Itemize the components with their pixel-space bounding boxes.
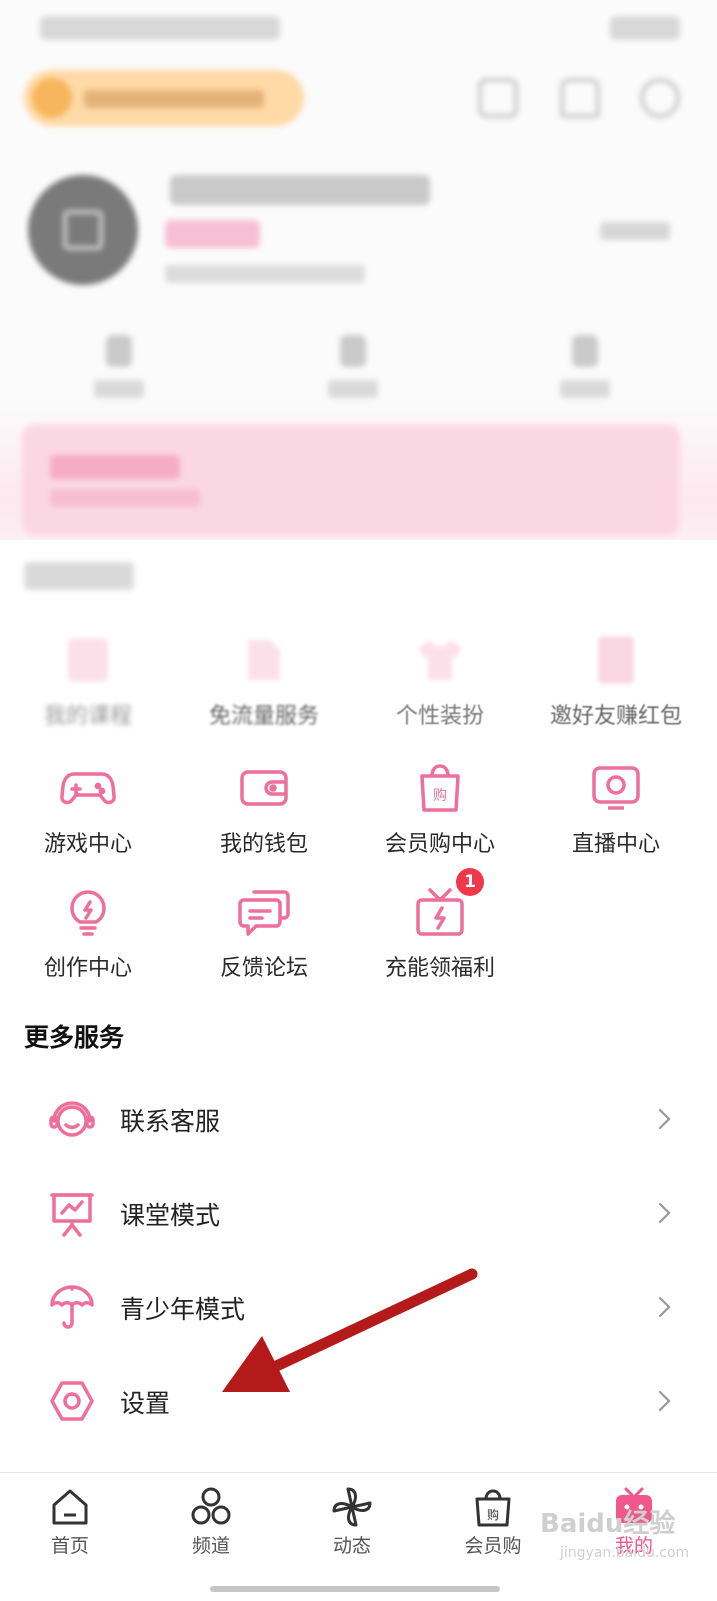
- service-label: 充能领福利: [384, 956, 495, 981]
- tab-label: 首页: [50, 1535, 89, 1557]
- recommended-services-title: [24, 562, 134, 590]
- watermark-url: jingyan.baidu.com: [560, 1545, 690, 1561]
- service-charge-welfare[interactable]: 1 充能领福利: [352, 868, 528, 982]
- stat-following-label: [328, 380, 378, 398]
- tab-label: 频道: [191, 1535, 230, 1557]
- user-info-line: [165, 265, 365, 283]
- vip-level-badge: [165, 220, 260, 248]
- list-item-label: 联系客服: [120, 1107, 221, 1136]
- umbrella-icon: [48, 1283, 96, 1331]
- profile-header-blurred: [0, 0, 717, 540]
- status-bar: [40, 10, 680, 46]
- service-feedback-forum[interactable]: 反馈论坛: [176, 884, 352, 982]
- list-item-label: 设置: [120, 1389, 171, 1418]
- watermark-logo: Baidu经验: [540, 1509, 676, 1539]
- service-invite-friends[interactable]: 邀好友赚红包: [528, 632, 704, 730]
- chat-bubbles-icon: [236, 884, 292, 940]
- tab-label: 会员购: [464, 1535, 522, 1557]
- list-item-settings[interactable]: 设置: [0, 1354, 717, 1448]
- service-label: 我的课程: [43, 704, 132, 729]
- chevron-right-icon: [650, 1387, 678, 1415]
- svg-text:购: 购: [487, 1507, 499, 1522]
- tab-channels[interactable]: 频道: [161, 1485, 261, 1558]
- gamepad-icon: [60, 760, 116, 816]
- tab-home[interactable]: 首页: [20, 1485, 120, 1558]
- gift-icon: 1: [412, 868, 484, 940]
- lightbulb-icon: [60, 884, 116, 940]
- shopping-bag-icon: 购: [412, 760, 468, 816]
- stat-fans-label: [560, 380, 610, 398]
- chevron-right-icon: [650, 1199, 678, 1227]
- service-game-center[interactable]: 游戏中心: [0, 760, 176, 858]
- username: [170, 175, 430, 205]
- service-wallet[interactable]: 我的钱包: [176, 760, 352, 858]
- stat-dynamic-label: [94, 380, 144, 398]
- service-label: 创作中心: [43, 956, 132, 981]
- service-creator-center[interactable]: 创作中心: [0, 884, 176, 982]
- list-item-teen-mode[interactable]: 青少年模式: [0, 1260, 717, 1354]
- svg-text:购: 购: [433, 788, 447, 804]
- avatar[interactable]: [28, 175, 138, 285]
- tab-dynamic[interactable]: 动态: [302, 1485, 402, 1558]
- service-live-center[interactable]: 直播中心: [528, 760, 704, 858]
- home-icon: [48, 1485, 92, 1529]
- list-item-label: 青少年模式: [120, 1295, 246, 1324]
- stat-following-count[interactable]: [340, 335, 366, 367]
- vip-promo-card[interactable]: [22, 425, 680, 535]
- settings-hexagon-icon: [48, 1377, 96, 1425]
- chevron-right-icon: [650, 1293, 678, 1321]
- service-label: 免流量服务: [208, 704, 319, 729]
- more-services-title: 更多服务: [24, 1023, 125, 1052]
- service-label: 游戏中心: [43, 832, 132, 857]
- service-label: 直播中心: [571, 832, 660, 857]
- notification-badge: 1: [456, 868, 484, 896]
- service-label: 会员购中心: [384, 832, 495, 857]
- classroom-board-icon: [48, 1189, 96, 1237]
- tshirt-icon: [412, 632, 468, 688]
- list-item-label: 课堂模式: [120, 1201, 221, 1230]
- list-item-classroom-mode[interactable]: 课堂模式: [0, 1166, 717, 1260]
- stat-dynamic-count[interactable]: [106, 335, 132, 367]
- tv-icon: [588, 760, 644, 816]
- night-mode-icon[interactable]: [640, 78, 680, 118]
- service-label: 邀好友赚红包: [549, 704, 682, 729]
- service-label: 我的钱包: [219, 832, 308, 857]
- space-link[interactable]: [600, 222, 670, 240]
- tab-mall[interactable]: 购 会员购: [443, 1485, 543, 1558]
- course-icon: [60, 632, 116, 688]
- channels-icon: [189, 1485, 233, 1529]
- red-packet-icon: [588, 632, 644, 688]
- vip-banner-pill[interactable]: [24, 70, 304, 126]
- list-item-customer-service[interactable]: 联系客服: [0, 1072, 717, 1166]
- pinwheel-icon: [330, 1485, 374, 1529]
- service-my-course[interactable]: 我的课程: [0, 632, 176, 730]
- stat-fans-count[interactable]: [572, 335, 598, 367]
- service-free-data[interactable]: 免流量服务: [176, 632, 352, 730]
- home-indicator[interactable]: [210, 1586, 500, 1592]
- outfit-icon[interactable]: [560, 78, 600, 118]
- service-outfits[interactable]: 个性装扮: [352, 632, 528, 730]
- sim-card-icon: [236, 632, 292, 688]
- scan-icon[interactable]: [478, 78, 518, 118]
- headset-icon: [48, 1095, 96, 1143]
- wallet-icon: [236, 760, 292, 816]
- service-label: 个性装扮: [395, 704, 484, 729]
- chevron-right-icon: [650, 1105, 678, 1133]
- service-mall-center[interactable]: 购 会员购中心: [352, 760, 528, 858]
- tab-label: 动态: [332, 1535, 371, 1557]
- service-label: 反馈论坛: [219, 956, 308, 981]
- shopping-bag-icon: 购: [471, 1485, 515, 1529]
